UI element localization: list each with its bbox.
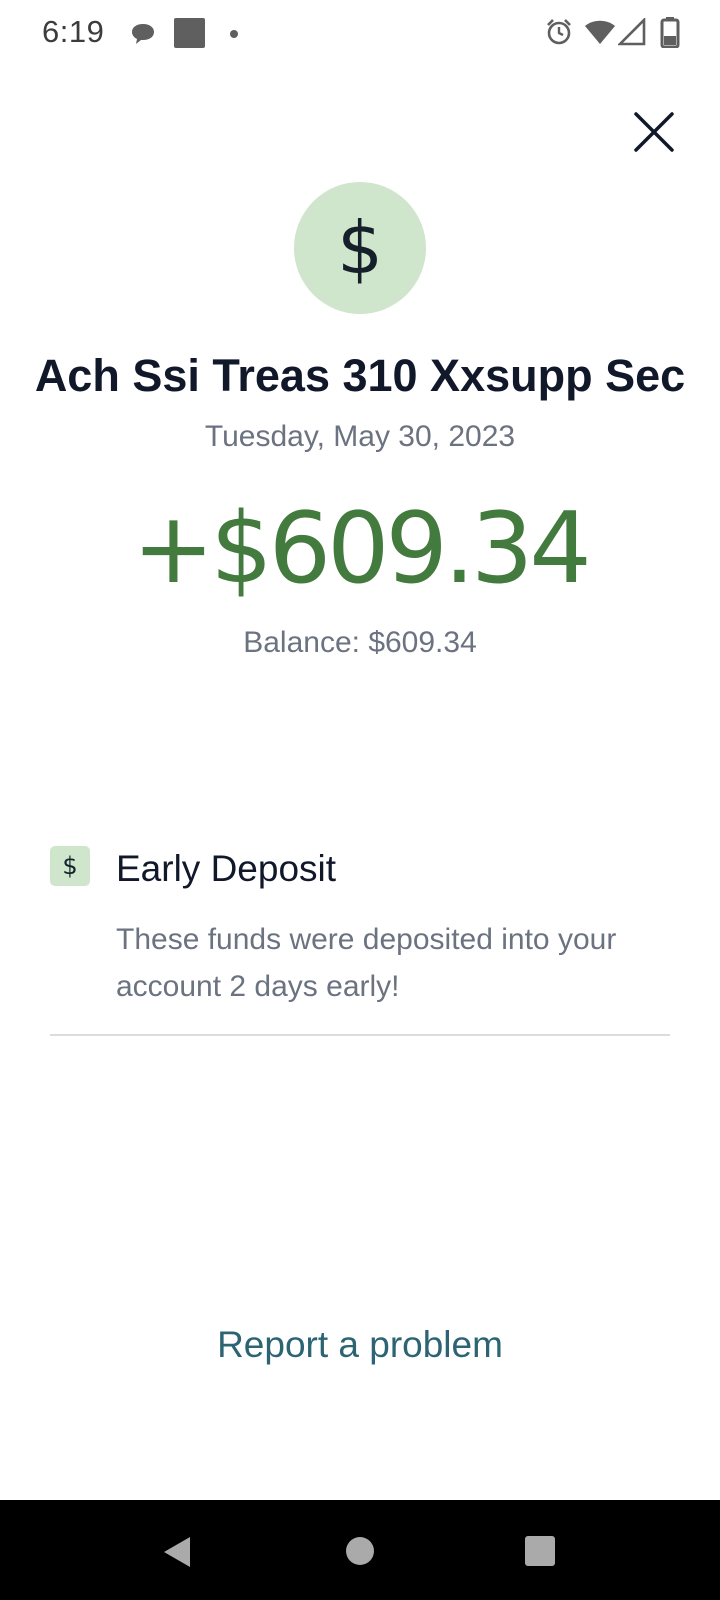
status-time: 6:19 — [42, 14, 105, 49]
close-icon[interactable] — [628, 106, 680, 158]
battery-icon — [660, 17, 680, 48]
report-problem-link[interactable]: Report a problem — [0, 1324, 720, 1366]
alarm-icon — [547, 19, 571, 45]
dollar-icon: $ — [337, 206, 383, 290]
transaction-amount: +$609.34 — [132, 492, 591, 606]
early-deposit-dollar-icon: $ — [50, 846, 90, 886]
back-icon[interactable] — [160, 1534, 196, 1570]
transaction-avatar: $ — [294, 182, 426, 314]
home-icon[interactable] — [346, 1537, 374, 1565]
balance-text: Balance: $609.34 — [243, 626, 477, 659]
system-nav-bar — [0, 1500, 720, 1600]
early-deposit-description: These funds were deposited into your acc… — [116, 923, 617, 1003]
dot-icon — [230, 30, 238, 38]
signal-icon — [618, 18, 646, 46]
wifi-icon — [585, 20, 615, 44]
chat-bubble-icon — [132, 24, 154, 44]
recents-icon[interactable] — [525, 1536, 555, 1566]
transaction-title: Ach Ssi Treas 310 Xxsupp Sec — [34, 350, 686, 401]
early-deposit-title: Early Deposit — [116, 848, 337, 889]
transaction-date: Tuesday, May 30, 2023 — [204, 420, 516, 453]
status-bar: 6:19 — [0, 0, 720, 68]
divider — [50, 1034, 670, 1036]
square-icon — [174, 18, 205, 48]
